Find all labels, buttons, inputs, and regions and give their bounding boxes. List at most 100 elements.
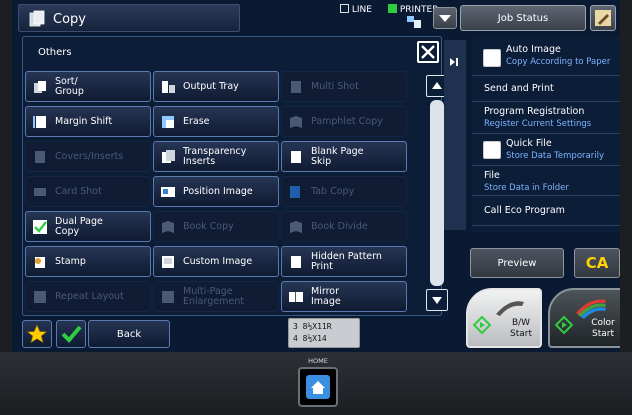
- function-label: Position Image: [183, 185, 253, 197]
- preview-button[interactable]: Preview: [470, 248, 564, 278]
- triangle-down-icon: [432, 297, 442, 304]
- function-label: Multi Shot: [311, 80, 359, 92]
- checkmark-icon: [61, 325, 82, 343]
- function-button-transparency-inserts[interactable]: Transparency Inserts: [153, 141, 279, 172]
- side-menu-title: Program Registration: [484, 106, 585, 117]
- scroll-down-button[interactable]: [426, 289, 448, 311]
- function-button-book-copy: Book Copy: [153, 211, 279, 242]
- color-start-button[interactable]: Color Start: [548, 288, 620, 348]
- pencil-icon: [595, 10, 611, 26]
- side-menu-item-file[interactable]: File Store Data in Folder: [472, 166, 620, 196]
- others-panel: Others Sort/Group Output Tray Multi Shot Ma…: [22, 36, 448, 316]
- function-label: Blank Page Skip: [311, 145, 364, 167]
- back-button[interactable]: Back: [88, 320, 170, 348]
- function-button-dual-page-copy[interactable]: Dual Page Copy: [25, 211, 151, 242]
- function-button-blank-page-skip[interactable]: Blank Page Skip: [281, 141, 407, 172]
- start-diamond-icon: [555, 316, 573, 334]
- repeat-layout-icon: [34, 290, 46, 303]
- dual-page-copy-icon: [33, 219, 47, 234]
- home-label: HOME: [308, 357, 328, 365]
- function-label: Output Tray: [183, 80, 239, 92]
- line-status-box: [340, 4, 349, 13]
- function-label: Erase: [183, 115, 210, 127]
- pamphlet-copy-icon: [290, 115, 302, 128]
- function-label: Tab Copy: [311, 185, 355, 197]
- function-button-book-divide: Book Divide: [281, 211, 407, 242]
- stamp-icon: [35, 256, 45, 268]
- mirror-image-icon: [289, 291, 303, 302]
- top-bar: Copy LINE PRINTER Job Status: [12, 0, 620, 34]
- function-button-stamp[interactable]: Stamp: [25, 246, 151, 277]
- side-menu-title: Call Eco Program: [484, 205, 565, 216]
- side-menu-subtitle: Register Current Settings: [484, 119, 592, 129]
- panel-title: Others: [38, 47, 72, 58]
- paper-tray-4: 4 8½X14: [293, 334, 327, 343]
- side-menu-subtitle: Store Data in Folder: [484, 183, 569, 193]
- function-label: Covers/Inserts: [55, 150, 124, 162]
- side-panel-toggle[interactable]: [444, 40, 466, 230]
- function-button-custom-image[interactable]: Custom Image: [153, 246, 279, 277]
- bw-printer-icon: [496, 301, 524, 316]
- settings-button[interactable]: [590, 5, 616, 31]
- function-label: Custom Image: [183, 255, 253, 267]
- job-status-button[interactable]: Job Status: [460, 5, 586, 31]
- clear-all-button[interactable]: CA: [574, 248, 620, 278]
- side-menu-title: File: [484, 170, 500, 181]
- favorite-button[interactable]: [22, 320, 52, 348]
- function-label: Mirror Image: [311, 285, 341, 307]
- function-label: Book Copy: [183, 220, 234, 232]
- function-label: Margin Shift: [55, 115, 113, 127]
- line-indicator: LINE: [340, 4, 372, 15]
- confirm-button[interactable]: [56, 320, 86, 348]
- function-button-multi-page-enlargement: Multi-Page Enlargement: [153, 281, 279, 312]
- hidden-pattern-print-icon: [291, 255, 301, 268]
- checkbox[interactable]: [483, 49, 501, 67]
- side-menu-item-call-eco-program[interactable]: Call Eco Program: [472, 196, 620, 226]
- side-menu-item-program-registration[interactable]: Program Registration Register Current Set…: [472, 102, 620, 134]
- side-menu-item-quick-file[interactable]: Quick File Store Data Temporarily: [472, 134, 620, 166]
- dropdown-button[interactable]: [433, 7, 457, 29]
- transparency-inserts-icon: [162, 149, 175, 163]
- side-menu-title: Send and Print: [484, 83, 554, 94]
- line-label: LINE: [351, 5, 372, 15]
- side-menu-item-auto-image[interactable]: Auto Image Copy According to Paper: [472, 40, 620, 76]
- function-button-sort-group[interactable]: Sort/Group: [25, 71, 151, 102]
- bw-start-button[interactable]: B/W Start: [466, 288, 542, 348]
- home-button[interactable]: [298, 367, 338, 407]
- function-button-multi-shot: Multi Shot: [281, 71, 407, 102]
- function-button-position-image[interactable]: Position Image: [153, 176, 279, 207]
- paper-tray-3: 3 8½X11R: [293, 322, 332, 331]
- printer-status-box: [388, 4, 397, 13]
- position-image-icon: [161, 186, 175, 197]
- close-icon: [421, 45, 435, 59]
- side-menu-subtitle: Copy According to Paper: [506, 57, 611, 67]
- paper-tray-indicator[interactable]: 3 8½X11R 4 8½X14: [288, 318, 360, 348]
- double-chevron-right-icon: [450, 58, 458, 66]
- color-printer-icon: [576, 299, 606, 319]
- function-button-repeat-layout: Repeat Layout: [25, 281, 151, 312]
- output-tray-icon: [162, 80, 175, 93]
- star-icon: [26, 324, 48, 344]
- scrollbar-thumb[interactable]: [430, 100, 444, 286]
- function-label: Card Shot: [55, 185, 102, 197]
- printer-icon: [407, 16, 421, 28]
- function-button-tab-copy: Tab Copy: [281, 176, 407, 207]
- function-label: Hidden Pattern Print: [311, 250, 382, 272]
- function-label: Sort/Group: [55, 75, 84, 97]
- side-menu-item-send-and-print[interactable]: Send and Print: [472, 76, 620, 102]
- function-button-margin-shift[interactable]: Margin Shift: [25, 106, 151, 137]
- function-button-mirror-image[interactable]: Mirror Image: [281, 281, 407, 312]
- job-status-label: Job Status: [497, 12, 549, 24]
- function-button-card-shot: Card Shot: [25, 176, 151, 207]
- multi-shot-icon: [291, 80, 301, 93]
- function-button-hidden-pattern-print[interactable]: Hidden Pattern Print: [281, 246, 407, 277]
- function-button-output-tray[interactable]: Output Tray: [153, 71, 279, 102]
- mode-header: Copy: [18, 4, 240, 32]
- function-button-erase[interactable]: Erase: [153, 106, 279, 137]
- start-diamond-icon: [473, 316, 491, 334]
- covers-inserts-icon: [35, 150, 45, 163]
- close-button[interactable]: [417, 41, 439, 63]
- book-divide-icon: [290, 220, 302, 233]
- checkbox[interactable]: [483, 141, 501, 159]
- tab-copy-icon: [290, 185, 300, 198]
